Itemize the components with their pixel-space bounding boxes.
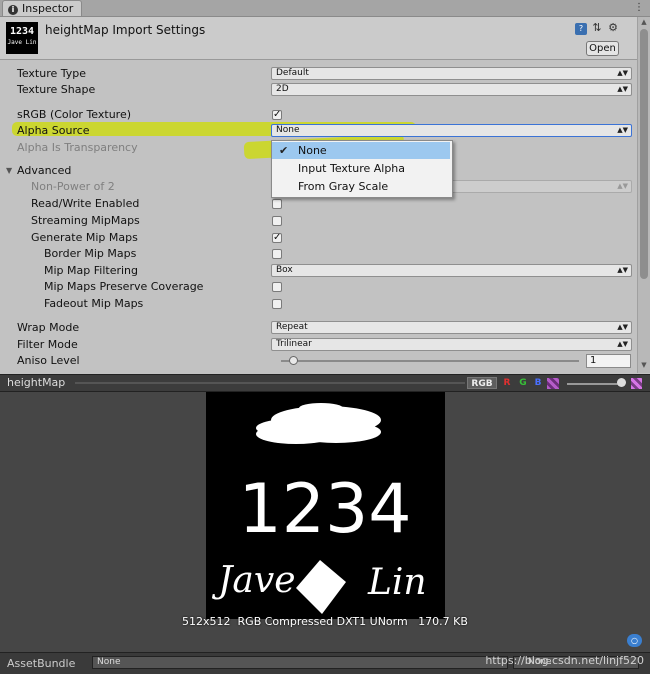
- watermark-text: https://blog.csdn.net/linjf520: [485, 654, 644, 667]
- srgb-label: sRGB (Color Texture): [17, 108, 132, 121]
- asset-bundle-dropdown[interactable]: None: [92, 656, 508, 669]
- dropdown-arrows-icon: ▲▼: [617, 85, 628, 93]
- tab-menu-icon[interactable]: ⋮: [634, 2, 644, 13]
- asset-thumbnail: 1234 Jave Lin: [6, 22, 38, 54]
- open-button[interactable]: Open: [586, 41, 619, 56]
- dropdown-arrows-icon: ▲▼: [617, 69, 628, 77]
- alpha-source-dropdown[interactable]: None ▲▼: [271, 124, 632, 137]
- advanced-foldout-icon[interactable]: ▼: [6, 166, 12, 175]
- preset-sliders-icon[interactable]: ⇅: [591, 22, 603, 34]
- dropdown-arrows-icon: ▲▼: [617, 340, 628, 348]
- texture-name-left-text: Jave: [211, 560, 296, 601]
- mip-map-filtering-value: Box: [276, 265, 293, 275]
- texture-type-label: Texture Type: [17, 67, 87, 80]
- texture-name-right-text: Lin: [367, 562, 427, 603]
- help-book-icon[interactable]: ?: [575, 23, 587, 35]
- asset-bundle-bar: AssetBundle None None https://blog.csdn.…: [0, 652, 650, 674]
- scroll-down-icon[interactable]: ▼: [638, 361, 650, 371]
- popup-item-input-texture-alpha[interactable]: Input Texture Alpha: [272, 160, 450, 177]
- border-mip-maps-checkbox[interactable]: [272, 249, 282, 259]
- popup-item-from-gray-scale[interactable]: From Gray Scale: [272, 178, 450, 195]
- popup-item-label: None: [298, 144, 327, 157]
- inspector-tab-label: Inspector: [22, 2, 74, 15]
- texture-number-text: 1234: [238, 470, 411, 549]
- filter-mode-value: Trilinear: [276, 339, 312, 349]
- alpha-source-label: Alpha Source: [17, 124, 90, 137]
- dropdown-arrows-icon: ▲▼: [617, 323, 628, 331]
- dropdown-arrows-icon: ▲▼: [617, 126, 628, 134]
- aniso-level-label: Aniso Level: [17, 354, 80, 367]
- mip-level-slider-thumb[interactable]: [617, 378, 626, 387]
- scroll-up-icon[interactable]: ▲: [638, 18, 650, 28]
- import-settings-header: 1234 Jave Lin heightMap Import Settings …: [0, 17, 637, 60]
- inspector-tab[interactable]: i Inspector: [2, 0, 82, 16]
- channel-b-button[interactable]: B: [532, 377, 544, 389]
- wrap-mode-dropdown[interactable]: Repeat ▲▼: [271, 321, 632, 334]
- generate-mip-maps-checkbox[interactable]: ✓: [272, 233, 282, 243]
- texture-info-text: 512x512 RGB Compressed DXT1 UNorm 170.7 …: [182, 615, 468, 628]
- page-title: heightMap Import Settings: [45, 23, 206, 37]
- heightmap-texture-drawing: 1234 Jave Lin: [211, 403, 427, 614]
- dropdown-arrows-icon: ▲▼: [617, 182, 628, 190]
- header-icons: ? ⇅ ⚙: [571, 21, 619, 35]
- preview-resize-grip[interactable]: [75, 382, 465, 384]
- popup-item-label: Input Texture Alpha: [298, 162, 406, 175]
- texture-shape-dropdown[interactable]: 2D ▲▼: [271, 83, 632, 96]
- mip-map-filtering-dropdown[interactable]: Box ▲▼: [271, 264, 632, 277]
- info-icon: i: [8, 5, 18, 15]
- label-tag-icon[interactable]: ○: [627, 634, 642, 647]
- alpha-checker-icon[interactable]: [631, 378, 642, 389]
- wrap-mode-label: Wrap Mode: [17, 321, 80, 334]
- channel-rgb-button[interactable]: RGB: [467, 377, 497, 389]
- streaming-mipmaps-label: Streaming MipMaps: [31, 214, 140, 227]
- dropdown-arrows-icon: ▲▼: [617, 266, 628, 274]
- mip-maps-preserve-coverage-checkbox[interactable]: [272, 282, 282, 292]
- alpha-source-popup: ✔ None Input Texture Alpha From Gray Scal…: [271, 140, 453, 198]
- mip-level-icon[interactable]: [547, 378, 559, 389]
- advanced-foldout-label[interactable]: Advanced: [17, 164, 71, 177]
- check-icon: ✔: [279, 144, 289, 157]
- border-mip-maps-label: Border Mip Maps: [44, 247, 137, 260]
- srgb-checkbox[interactable]: ✓: [272, 110, 282, 120]
- mip-maps-preserve-coverage-label: Mip Maps Preserve Coverage: [44, 280, 204, 293]
- inspector-tab-strip: i Inspector ⋮: [0, 0, 650, 17]
- aniso-level-slider-track[interactable]: [281, 360, 579, 362]
- texture-type-value: Default: [276, 68, 309, 78]
- generate-mip-maps-label: Generate Mip Maps: [31, 231, 138, 244]
- wrap-mode-value: Repeat: [276, 322, 308, 332]
- aniso-level-field[interactable]: 1: [586, 354, 631, 368]
- asset-bundle-label: AssetBundle: [7, 657, 76, 670]
- preview-toolbar: heightMap RGB R G B: [0, 374, 650, 392]
- texture-shape-value: 2D: [276, 84, 289, 94]
- thumb-signature: Jave Lin: [7, 39, 37, 46]
- read-write-checkbox[interactable]: [272, 199, 282, 209]
- filter-mode-label: Filter Mode: [17, 338, 78, 351]
- popup-item-label: From Gray Scale: [298, 180, 389, 193]
- fadeout-mip-maps-checkbox[interactable]: [272, 299, 282, 309]
- thumb-number: 1234: [9, 26, 35, 37]
- alpha-is-transparency-label: Alpha Is Transparency: [17, 141, 138, 154]
- texture-type-dropdown[interactable]: Default ▲▼: [271, 67, 632, 80]
- aniso-level-slider-thumb[interactable]: [289, 356, 298, 365]
- mip-map-filtering-label: Mip Map Filtering: [44, 264, 138, 277]
- channel-r-button[interactable]: R: [501, 377, 513, 389]
- non-power-of-2-label: Non-Power of 2: [31, 180, 115, 193]
- streaming-mipmaps-checkbox[interactable]: [272, 216, 282, 226]
- texture-shape-label: Texture Shape: [17, 83, 96, 96]
- read-write-label: Read/Write Enabled: [31, 197, 140, 210]
- texture-preview-area: 1234 Jave Lin 512x512 RGB Compressed DXT…: [0, 392, 650, 652]
- preview-title: heightMap: [7, 376, 66, 389]
- gear-icon[interactable]: ⚙: [607, 22, 619, 34]
- alpha-source-value: None: [276, 125, 300, 135]
- filter-mode-dropdown[interactable]: Trilinear ▲▼: [271, 338, 632, 351]
- texture-preview-image: 1234 Jave Lin: [206, 392, 445, 619]
- inspector-scrollbar[interactable]: ▲ ▼: [637, 17, 650, 373]
- fadeout-mip-maps-label: Fadeout Mip Maps: [44, 297, 144, 310]
- popup-item-none[interactable]: ✔ None: [272, 142, 450, 159]
- scrollbar-thumb[interactable]: [640, 29, 648, 279]
- channel-g-button[interactable]: G: [517, 377, 529, 389]
